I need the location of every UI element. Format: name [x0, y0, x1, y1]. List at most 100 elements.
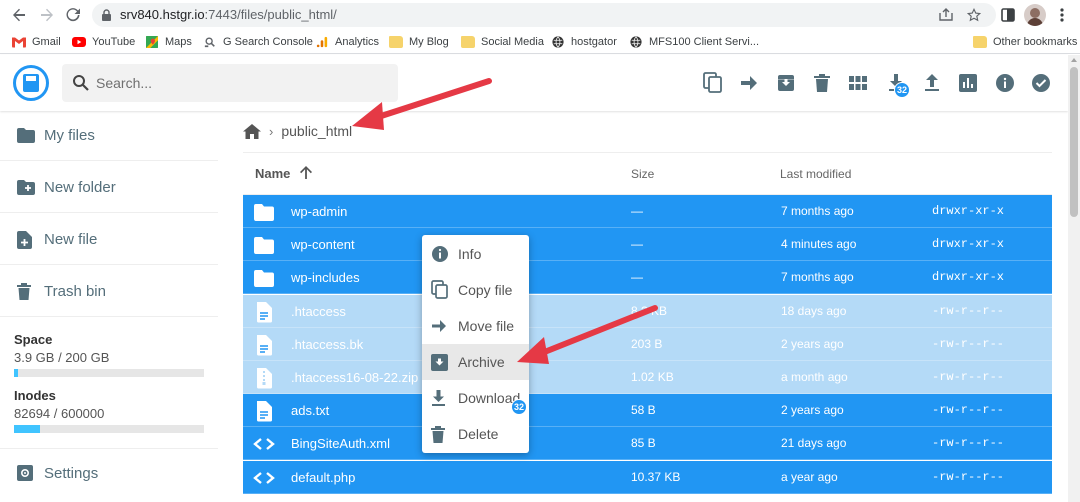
bookmark-my-blog[interactable]: My Blog: [389, 34, 449, 50]
delete-button[interactable]: [810, 71, 834, 95]
code-file-icon: [253, 438, 275, 451]
sidebar-item-label: New folder: [44, 179, 116, 196]
profile-avatar[interactable]: [1024, 4, 1046, 26]
file-size: —: [631, 237, 643, 252]
analytics-icon: [316, 36, 328, 48]
file-permissions: drwxr-xr-x: [932, 204, 1005, 218]
download-button[interactable]: 32: [884, 71, 911, 98]
sidebar-item-trash-bin[interactable]: Trash bin: [0, 267, 218, 317]
sidebar-item-label: My files: [44, 127, 95, 144]
breadcrumb: › public_html: [243, 118, 352, 144]
move-arrow-icon: [741, 76, 757, 90]
bar-chart-icon: [959, 74, 977, 92]
context-menu-move-file[interactable]: Move file: [422, 308, 529, 344]
upload-button[interactable]: [920, 71, 944, 95]
archive-icon: [778, 75, 794, 91]
inodes-title: Inodes: [14, 388, 56, 403]
select-multiple-button[interactable]: [1029, 71, 1053, 95]
back-button[interactable]: [8, 4, 30, 26]
archive-button[interactable]: [774, 71, 798, 95]
browser-menu-button[interactable]: [1051, 4, 1073, 26]
file-permissions: -rw-r--r--: [932, 336, 1005, 351]
file-row[interactable]: default.php 10.37 KB a year ago -rw-r--r--: [243, 460, 1052, 494]
file-modified: 4 minutes ago: [781, 237, 857, 252]
download-icon: [432, 389, 445, 406]
bookmark-social-media[interactable]: Social Media: [461, 34, 544, 50]
delete-icon: [431, 425, 445, 443]
app-header: 32: [0, 55, 1068, 111]
file-modified: 21 days ago: [781, 436, 847, 451]
move-button[interactable]: [737, 71, 761, 95]
sidebar-item-new-folder[interactable]: New folder: [0, 163, 218, 213]
view-mode-button[interactable]: [846, 71, 870, 95]
side-panel-button[interactable]: [997, 4, 1019, 26]
sidebar-item-new-file[interactable]: New file: [0, 215, 218, 265]
file-permissions: drwxr-xr-x: [932, 237, 1005, 252]
file-modified: 18 days ago: [781, 303, 847, 318]
archive-icon: [431, 353, 448, 371]
sidebar-item-label: Trash bin: [44, 283, 106, 300]
info-button[interactable]: [993, 71, 1017, 95]
search-console-icon: [204, 37, 215, 48]
file-name: ads.txt: [291, 403, 330, 419]
file-name: wp-admin: [291, 204, 348, 219]
forward-button[interactable]: [36, 4, 58, 26]
file-row[interactable]: .htaccess 8.? KB 18 days ago -rw-r--r--: [243, 294, 1052, 328]
modified-column-header[interactable]: Last modified: [780, 167, 851, 181]
copy-button[interactable]: [701, 71, 725, 95]
context-menu-copy-file[interactable]: Copy file: [422, 272, 529, 308]
file-row[interactable]: .htaccess.bk 203 B 2 years ago -rw-r--r--: [243, 327, 1052, 361]
chevron-right-icon: ›: [269, 123, 274, 139]
space-value: 3.9 GB / 200 GB: [14, 350, 110, 365]
filebrowser-logo[interactable]: [13, 65, 49, 101]
star-icon[interactable]: [966, 8, 982, 22]
file-name: BingSiteAuth.xml: [291, 436, 390, 452]
bookmark-maps[interactable]: Maps: [145, 34, 192, 50]
bookmark-youtube[interactable]: YouTube: [72, 34, 135, 50]
space-progress-fill: [14, 369, 18, 377]
file-row[interactable]: ads.txt 58 B 2 years ago -rw-r--r--: [243, 394, 1052, 428]
folder-icon: [254, 270, 274, 288]
file-row[interactable]: wp-admin — 7 months ago drwxr-xr-x: [243, 195, 1052, 228]
bookmark-analytics[interactable]: Analytics: [315, 34, 379, 50]
file-permissions: -rw-r--r--: [932, 370, 1005, 384]
search-input[interactable]: [96, 72, 386, 94]
lock-icon: [102, 9, 111, 21]
share-icon[interactable]: [938, 8, 954, 22]
file-modified: 7 months ago: [781, 270, 854, 285]
check-circle-icon: [1032, 74, 1050, 92]
bookmark-hostgator[interactable]: hostgator: [551, 34, 617, 50]
address-bar[interactable]: srv840.hstgr.io:7443/files/public_html/: [92, 3, 996, 27]
breadcrumb-current[interactable]: public_html: [281, 123, 352, 139]
context-menu-archive[interactable]: Archive: [422, 344, 529, 380]
file-row[interactable]: wp-includes — 7 months ago drwxr-xr-x: [243, 261, 1052, 295]
context-menu-info[interactable]: Info: [422, 236, 529, 272]
bookmark-mfs100[interactable]: MFS100 Client Servi...: [629, 34, 759, 50]
file-row[interactable]: .htaccess16-08-22.zip 1.02 KB a month ago -…: [243, 361, 1052, 394]
copy-icon: [703, 72, 722, 93]
bookmark-other-bookmarks[interactable]: Other bookmarks: [973, 34, 1077, 50]
bookmark-gmail[interactable]: Gmail: [12, 34, 61, 50]
reload-button[interactable]: [62, 4, 84, 26]
folder-icon: [461, 36, 475, 48]
globe-icon: [630, 36, 642, 48]
sidebar-item-label: New file: [44, 231, 98, 248]
side-panel-icon: [1001, 8, 1015, 22]
file-size: 8.? KB: [631, 303, 668, 318]
home-icon[interactable]: [243, 123, 261, 139]
context-menu-delete[interactable]: Delete: [422, 416, 529, 452]
size-column-header[interactable]: Size: [631, 167, 654, 181]
sidebar-item-settings[interactable]: Settings: [0, 448, 218, 498]
browser-toolbar: srv840.hstgr.io:7443/files/public_html/: [0, 0, 1080, 30]
page-scrollbar[interactable]: [1068, 55, 1080, 502]
more-vert-icon: [1060, 8, 1064, 22]
folder-icon: [17, 128, 35, 143]
file-row[interactable]: BingSiteAuth.xml 85 B 21 days ago -rw-r--r-…: [243, 427, 1052, 461]
disk-usage-button[interactable]: [956, 71, 980, 95]
name-column-header[interactable]: Name: [255, 166, 313, 181]
context-menu-download[interactable]: Download 32: [422, 380, 529, 416]
file-row[interactable]: wp-content — 4 minutes ago drwxr-xr-x: [243, 228, 1052, 262]
bookmark-search-console[interactable]: G Search Console: [203, 34, 313, 50]
download-count-badge: 32: [894, 82, 911, 98]
sidebar-item-my-files[interactable]: My files: [0, 111, 218, 161]
